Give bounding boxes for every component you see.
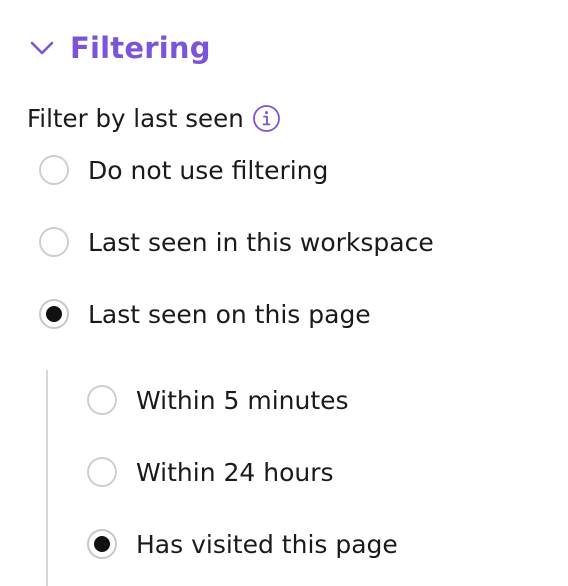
- radio-option-has-visited-page[interactable]: Has visited this page: [87, 524, 398, 564]
- radio-label: Within 24 hours: [136, 457, 334, 487]
- filter-label: Filter by last seen: [27, 103, 244, 133]
- radio-label: Do not use filtering: [88, 155, 329, 185]
- radio-button-selected[interactable]: [87, 529, 117, 559]
- radio-option-within-24-hours[interactable]: Within 24 hours: [87, 452, 334, 492]
- radio-label: Has visited this page: [136, 529, 398, 559]
- radio-label: Within 5 minutes: [136, 385, 349, 415]
- radio-button-selected[interactable]: [39, 299, 69, 329]
- chevron-down-icon: [28, 34, 56, 62]
- radio-option-within-5-minutes[interactable]: Within 5 minutes: [87, 380, 349, 420]
- radio-label: Last seen in this workspace: [88, 227, 434, 257]
- radio-button[interactable]: [39, 227, 69, 257]
- radio-option-last-seen-on-page[interactable]: Last seen on this page: [39, 294, 371, 334]
- radio-button[interactable]: [87, 385, 117, 415]
- radio-option-do-not-use-filtering[interactable]: Do not use filtering: [39, 150, 328, 190]
- radio-option-last-seen-in-workspace[interactable]: Last seen in this workspace: [39, 222, 434, 262]
- radio-label: Last seen on this page: [88, 299, 371, 329]
- info-icon[interactable]: [252, 104, 281, 133]
- section-title: Filtering: [70, 31, 211, 65]
- radio-button[interactable]: [87, 457, 117, 487]
- filter-label-row: Filter by last seen: [27, 100, 281, 136]
- filtering-section-toggle[interactable]: Filtering: [28, 28, 211, 68]
- nested-options-divider: [46, 370, 48, 586]
- radio-button[interactable]: [39, 155, 69, 185]
